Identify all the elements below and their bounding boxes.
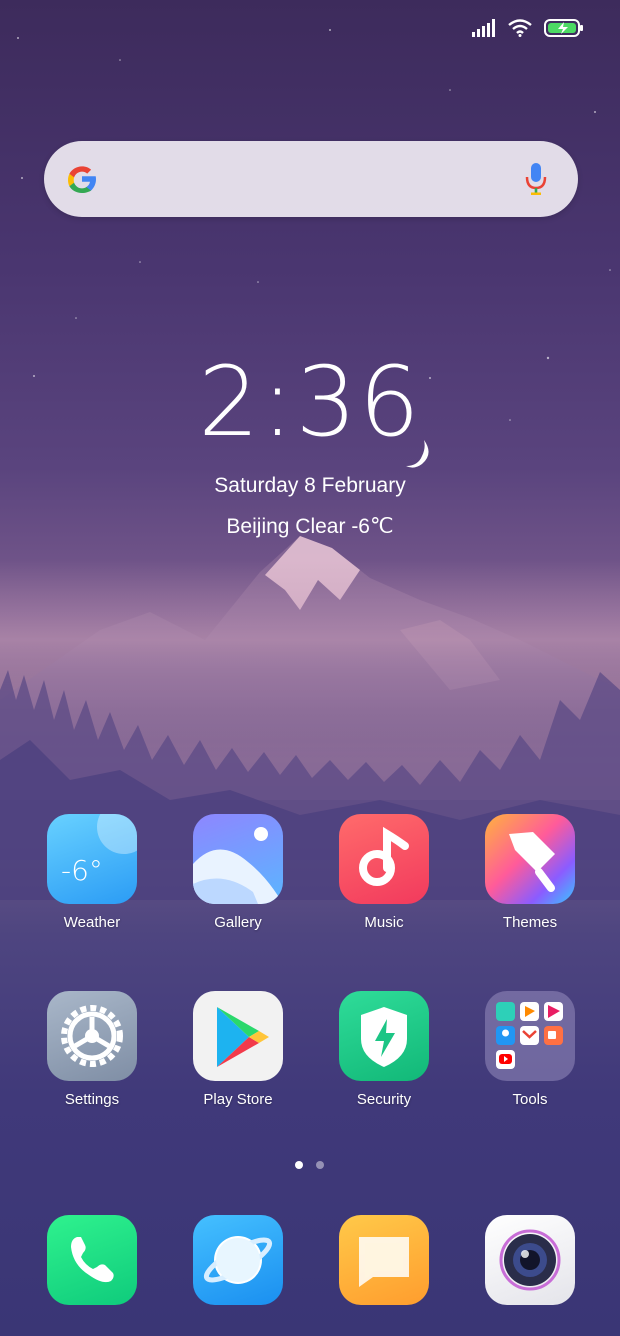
weather-icon: -6° [47, 814, 137, 904]
dock-messages[interactable] [319, 1215, 449, 1305]
app-label: Play Store [203, 1091, 273, 1108]
camera-icon [485, 1215, 575, 1305]
google-logo-icon [68, 166, 96, 193]
page-indicator [295, 1161, 324, 1169]
wifi-icon [508, 19, 532, 37]
app-weather[interactable]: -6° Weather [27, 814, 157, 931]
phone-icon [47, 1215, 137, 1305]
app-label: Gallery [214, 914, 262, 931]
gallery-icon [193, 814, 283, 904]
google-search-bar[interactable] [44, 141, 578, 217]
themes-icon [485, 814, 575, 904]
app-security[interactable]: Security [319, 991, 449, 1108]
app-gallery[interactable]: Gallery [173, 814, 303, 931]
app-label: Themes [502, 914, 558, 931]
app-label: Weather [63, 914, 121, 931]
signal-icon [472, 19, 495, 37]
dock-camera[interactable] [465, 1215, 595, 1305]
battery-charging-icon [544, 19, 583, 37]
play-store-icon [193, 991, 283, 1081]
app-label: Music [364, 914, 404, 931]
messages-icon [339, 1215, 429, 1305]
microphone-icon[interactable] [524, 161, 548, 197]
page-dot-active [295, 1161, 303, 1169]
weather-summary: Beijing Clear -6℃ [226, 515, 394, 538]
app-label: Security [356, 1091, 412, 1108]
dock-phone[interactable] [27, 1215, 157, 1305]
security-icon [339, 991, 429, 1081]
dock-browser[interactable] [173, 1215, 303, 1305]
date-label: Saturday 8 February [214, 474, 406, 497]
moon-icon [406, 440, 429, 468]
app-play-store[interactable]: Play Store [173, 991, 303, 1108]
app-label: Settings [64, 1091, 120, 1108]
page-dot [316, 1161, 324, 1169]
status-bar [472, 14, 584, 42]
folder-tools[interactable]: Tools [465, 991, 595, 1108]
music-icon [339, 814, 429, 904]
app-music[interactable]: Music [319, 814, 449, 931]
tools-folder-icon [485, 991, 575, 1081]
app-settings[interactable]: Settings [27, 991, 157, 1108]
clock-time[interactable]: 2:36 [0, 352, 620, 452]
app-label: Tools [512, 1091, 548, 1108]
browser-icon [193, 1215, 283, 1305]
settings-icon [47, 991, 137, 1081]
app-themes[interactable]: Themes [465, 814, 595, 931]
